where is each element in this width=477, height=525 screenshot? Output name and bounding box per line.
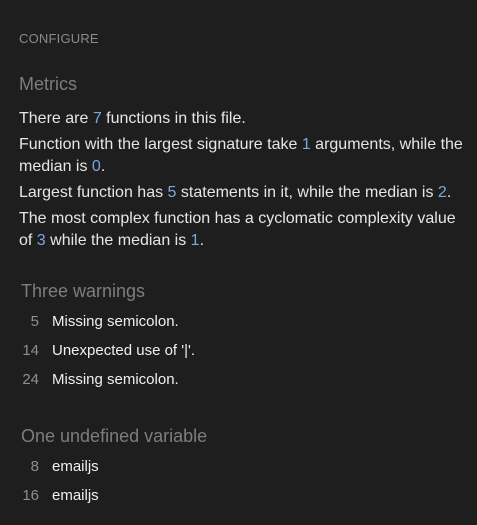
variable-name: emailjs [52,487,99,504]
metrics-text: functions in this file. [101,110,246,127]
undefined-variables-list: 8 emailjs 16 emailjs [21,458,461,516]
median-statements-value: 2 [437,184,447,201]
metrics-text: Function with the largest signature take [19,136,302,153]
metrics-text: Largest function has [19,184,168,201]
warning-message: Missing semicolon. [52,313,179,330]
metrics-signature: Function with the largest signature take… [19,134,464,178]
variable-name: emailjs [52,458,99,475]
metrics-text: statements in it, while the median is [176,184,438,201]
line-number: 16 [22,487,39,504]
max-complexity-value: 3 [36,232,46,249]
line-number: 8 [30,458,39,475]
jshint-report-panel: CONFIGURE Metrics There are 7 functions … [0,0,477,525]
metrics-text: . [100,158,106,175]
metrics-statements: Largest function has 5 statements in it,… [19,182,464,204]
metrics-text: . [446,184,452,201]
warning-message: Unexpected use of '|'. [52,342,196,359]
warnings-list: 5 Missing semicolon. 14 Unexpected use o… [21,313,461,400]
function-count-value: 7 [92,110,102,127]
undefined-variable-row[interactable]: 8 emailjs [21,458,461,487]
warning-row[interactable]: 5 Missing semicolon. [21,313,461,342]
metrics-text: . [199,232,205,249]
metrics-body: There are 7 functions in this file. Func… [19,108,464,256]
configure-link[interactable]: CONFIGURE [19,31,99,46]
largest-signature-value: 1 [301,136,311,153]
metrics-complexity: The most complex function has a cyclomat… [19,208,464,252]
warning-row[interactable]: 14 Unexpected use of '|'. [21,342,461,371]
warning-message: Missing semicolon. [52,371,179,388]
warning-row[interactable]: 24 Missing semicolon. [21,371,461,400]
warnings-heading: Three warnings [21,281,146,301]
undefined-variables-heading: One undefined variable [21,426,208,446]
metrics-text: while the median is [45,232,191,249]
line-number: 24 [22,371,39,388]
metrics-text: There are [19,110,93,127]
metrics-heading: Metrics [19,74,77,94]
line-number: 5 [30,313,39,330]
line-number: 14 [22,342,39,359]
undefined-variable-row[interactable]: 16 emailjs [21,487,461,516]
median-complexity-value: 1 [190,232,200,249]
metrics-function-count: There are 7 functions in this file. [19,108,464,130]
median-signature-value: 0 [91,158,101,175]
